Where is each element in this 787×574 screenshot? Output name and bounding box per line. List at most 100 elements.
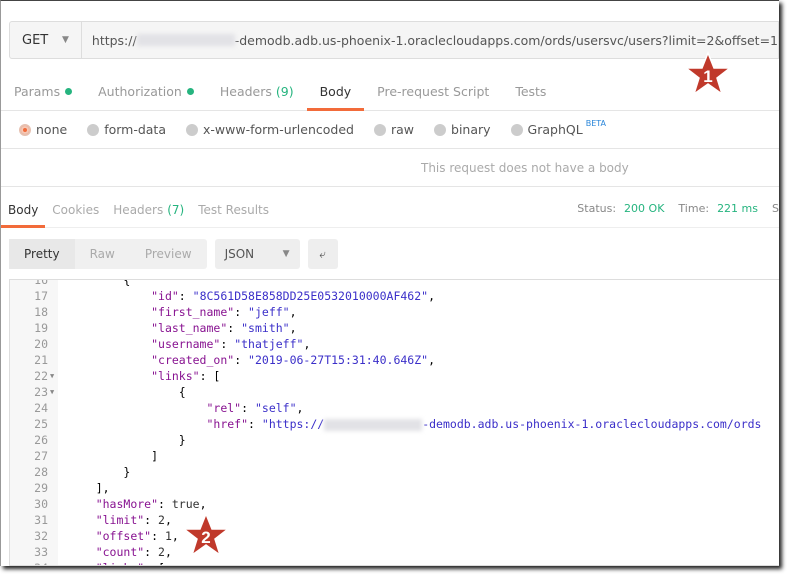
format-label: JSON bbox=[224, 247, 255, 261]
response-body-editor[interactable]: 16 {17 "id": "8C561D58E858DD25E053201000… bbox=[9, 279, 779, 566]
chevron-down-icon: ▼ bbox=[61, 35, 69, 45]
radio-raw[interactable]: raw bbox=[373, 122, 414, 137]
view-preview[interactable]: Preview bbox=[130, 239, 207, 269]
code-line: 27 ] bbox=[10, 448, 779, 464]
tab-pre-request-script[interactable]: Pre-request Script bbox=[364, 73, 502, 110]
code-line: 25 "href": "https://-demodb.adb.us-phoen… bbox=[10, 416, 779, 432]
response-status: Status: 200 OK Time: 221 ms S bbox=[577, 193, 779, 223]
code-line: 29 ], bbox=[10, 480, 779, 496]
radio-circle-icon[interactable] bbox=[19, 123, 31, 136]
line-number: 18 bbox=[34, 305, 48, 319]
code-text: "links": [ bbox=[151, 369, 221, 383]
fold-arrow-icon[interactable]: ▼ bbox=[50, 368, 54, 384]
code-text: "first_name": "jeff", bbox=[151, 305, 297, 319]
response-tab-test-results[interactable]: Test Results bbox=[191, 193, 276, 227]
code-text: "limit": 2, bbox=[95, 513, 172, 527]
line-number: 22 bbox=[34, 369, 48, 383]
code-text: ] bbox=[68, 449, 159, 463]
tab-headers[interactable]: Headers (9) bbox=[207, 73, 307, 110]
radio-circle-icon[interactable] bbox=[434, 123, 447, 136]
no-body-message: This request does not have a body bbox=[1, 149, 779, 187]
code-text: "links": [ bbox=[68, 560, 165, 565]
tab-label: Test Results bbox=[198, 203, 270, 217]
response-tabs: Body Cookies Headers (7) Test Results Status… bbox=[1, 193, 779, 228]
radio-label: form-data bbox=[104, 122, 166, 137]
chevron-down-icon: ▼ bbox=[282, 249, 290, 259]
radio-label: x-www-form-urlencoded bbox=[203, 122, 354, 137]
line-number: 27 bbox=[34, 449, 48, 463]
annotation-2-label: 2 bbox=[201, 528, 210, 547]
radio-binary[interactable]: binary bbox=[434, 122, 491, 137]
tab-authorization[interactable]: Authorization bbox=[85, 73, 207, 110]
code-line: 24 "rel": "self", bbox=[10, 400, 779, 416]
line-number: 23 bbox=[34, 385, 48, 399]
response-tab-cookies[interactable]: Cookies bbox=[45, 193, 106, 227]
line-number: 21 bbox=[34, 353, 48, 367]
code-line: 32 "offset": 1, bbox=[10, 528, 779, 544]
code-text: "last_name": "smith", bbox=[151, 321, 297, 335]
response-tab-body[interactable]: Body bbox=[1, 193, 46, 228]
method-select[interactable]: GET ▼ bbox=[10, 22, 82, 58]
redacted-host bbox=[136, 34, 235, 46]
method-label: GET bbox=[22, 32, 49, 48]
radio-graphql[interactable]: GraphQL BETA bbox=[510, 119, 606, 137]
time-label: Time: bbox=[678, 201, 710, 215]
postman-window: GET ▼ https:// -demodb.adb.us-phoenix-1.or… bbox=[0, 0, 779, 566]
code-line: 23 ▼ { bbox=[10, 384, 779, 400]
radio-label: GraphQL bbox=[527, 122, 583, 137]
view-pretty[interactable]: Pretty bbox=[9, 239, 75, 269]
code-text: { bbox=[68, 385, 186, 399]
format-select[interactable]: JSON ▼ bbox=[214, 239, 300, 269]
code-line: 28 } bbox=[10, 464, 779, 480]
line-number: 34 bbox=[10, 560, 48, 565]
line-number: 24 bbox=[34, 401, 48, 415]
annotation-star-1: 1 bbox=[685, 51, 731, 96]
radio-circle-icon[interactable] bbox=[510, 123, 523, 136]
radio-circle-icon[interactable] bbox=[87, 123, 100, 136]
radio-circle-icon[interactable] bbox=[186, 123, 198, 136]
tab-label: Body bbox=[319, 84, 352, 99]
radio-circle-icon[interactable] bbox=[373, 123, 386, 136]
url-input[interactable]: https:// -demodb.adb.us-phoenix-1.oraclec… bbox=[82, 22, 778, 58]
line-number: 17 bbox=[34, 289, 48, 303]
tab-label: Authorization bbox=[98, 84, 182, 99]
response-toolbar: Pretty Raw Preview JSON ▼ ⤶ bbox=[9, 239, 338, 269]
annotation-1-label: 1 bbox=[703, 67, 712, 86]
code-text-rest: -demodb.adb.us-phoenix-1.oraclecloudapps… bbox=[422, 417, 762, 431]
tab-body[interactable]: Body bbox=[306, 73, 365, 111]
tab-label: Tests bbox=[515, 84, 547, 99]
line-number: 20 bbox=[34, 337, 48, 351]
url-prefix: https:// bbox=[91, 32, 137, 48]
status-dot-icon bbox=[65, 88, 73, 95]
line-number: 31 bbox=[34, 513, 48, 527]
beta-badge: BETA bbox=[585, 119, 606, 128]
line-number: 33 bbox=[34, 545, 48, 559]
code-text: "hasMore": true, bbox=[95, 497, 207, 511]
response-tab-headers[interactable]: Headers (7) bbox=[106, 193, 191, 227]
view-mode-group: Pretty Raw Preview bbox=[9, 239, 207, 269]
fold-arrow-icon[interactable]: ▼ bbox=[50, 384, 54, 400]
code-text: ], bbox=[68, 481, 110, 495]
code-text: "href": "https://-demodb.adb.us-phoenix-… bbox=[206, 417, 762, 431]
code-text: "rel": "self", bbox=[206, 401, 304, 415]
tab-tests[interactable]: Tests bbox=[502, 73, 559, 110]
radio-none[interactable]: none bbox=[19, 122, 67, 137]
tab-label: Pre-request Script bbox=[377, 84, 490, 99]
status-label: Status: bbox=[577, 201, 617, 215]
radio-x-www-form-urlencoded[interactable]: x-www-form-urlencoded bbox=[186, 122, 354, 137]
code-text: "id": "8C561D58E858DD25E0532010000AF462"… bbox=[151, 289, 435, 303]
request-bar: GET ▼ https:// -demodb.adb.us-phoenix-1.or… bbox=[9, 21, 779, 59]
tab-count: (7) bbox=[167, 203, 185, 217]
view-raw[interactable]: Raw bbox=[75, 239, 130, 269]
radio-form-data[interactable]: form-data bbox=[87, 122, 166, 137]
line-number: 28 bbox=[34, 465, 48, 479]
tab-params[interactable]: Params bbox=[1, 73, 85, 110]
code-text: "offset": 1, bbox=[95, 529, 179, 543]
wrap-lines-button[interactable]: ⤶ bbox=[307, 239, 338, 269]
code-line: 26 } bbox=[10, 432, 779, 448]
tab-count: (9) bbox=[275, 84, 294, 99]
wrap-icon: ⤶ bbox=[319, 246, 326, 261]
time-value[interactable]: 221 ms bbox=[717, 202, 758, 215]
line-number: 16 bbox=[34, 279, 48, 287]
redacted-host bbox=[324, 418, 423, 431]
